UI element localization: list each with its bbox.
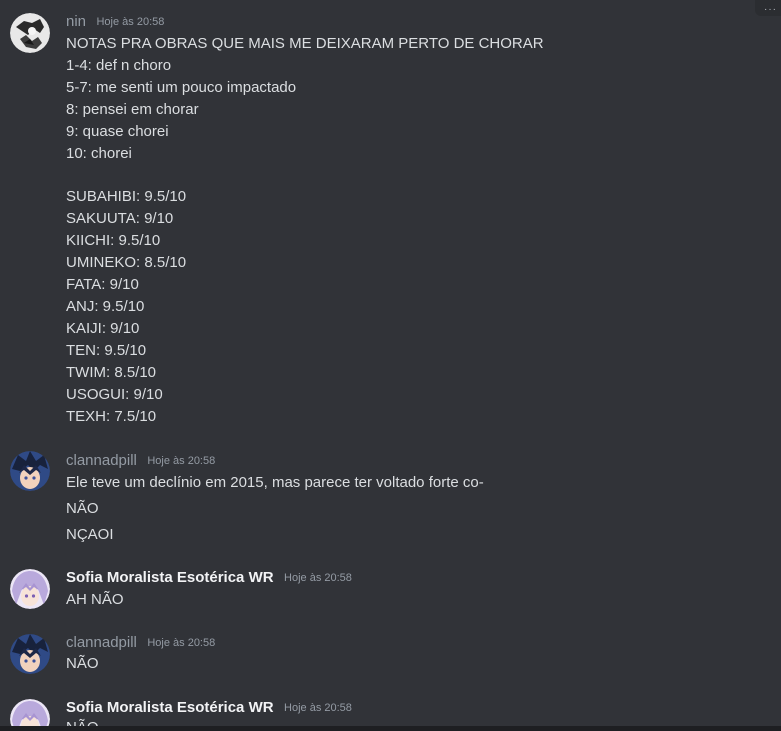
timestamp: Hoje às 20:58 [147, 455, 216, 467]
username[interactable]: Sofia Moralista Esotérica WR [66, 569, 274, 586]
more-options-icon: ··· [764, 4, 777, 15]
message-line: AH NÃO [66, 591, 124, 608]
message-line: TWIM: 8.5/10 [66, 364, 157, 381]
timestamp: Hoje às 20:58 [96, 16, 165, 28]
message-line: 5-7: me senti um pouco impactado [66, 79, 297, 96]
message-line: 10: chorei [66, 145, 132, 162]
message-line: Ele teve um declínio em 2015, mas parece… [66, 474, 484, 491]
username[interactable]: Sofia Moralista Esotérica WR [66, 699, 274, 716]
username[interactable]: clannadpill [66, 452, 137, 469]
username[interactable]: clannadpill [66, 634, 137, 651]
avatar-clannadpill[interactable] [10, 634, 50, 674]
message-line: SUBAHIBI: 9.5/10 [66, 188, 187, 205]
timestamp: Hoje às 20:58 [284, 572, 352, 584]
message-line: KIICHI: 9.5/10 [66, 232, 161, 249]
more-options-icon[interactable]: ··· [755, 0, 781, 16]
message-header: clannadpill Hoje às 20:58 [66, 633, 215, 653]
avatar-nin[interactable] [10, 13, 50, 53]
message-line: TEXH: 7.5/10 [66, 408, 157, 425]
message-line: 8: pensei em chorar [66, 101, 199, 118]
chat-messages: nin Hoje às 20:58 NOTAS PRA OBRAS QUE MA… [0, 0, 781, 731]
avatar-clannadpill[interactable] [10, 451, 50, 491]
message-line: NÃO [66, 500, 99, 517]
message-line: 1-4: def n choro [66, 57, 172, 74]
message-line: UMINEKO: 8.5/10 [66, 254, 187, 271]
message-line: NÇAOI [66, 526, 114, 543]
message-header: clannadpill Hoje às 20:58 [66, 451, 215, 471]
timestamp: Hoje às 20:58 [284, 702, 352, 714]
message-line: 9: quase chorei [66, 123, 169, 140]
message-line: KAIJI: 9/10 [66, 320, 140, 337]
username[interactable]: nin [66, 13, 86, 30]
message-line: TEN: 9.5/10 [66, 342, 147, 359]
message-line: ANJ: 9.5/10 [66, 298, 145, 315]
message-header: Sofia Moralista Esotérica WR Hoje às 20:… [66, 568, 352, 588]
message-line: SAKUUTA: 9/10 [66, 210, 174, 227]
composer-edge [0, 726, 781, 731]
message-line: NOTAS PRA OBRAS QUE MAIS ME DEIXARAM PER… [66, 35, 544, 52]
message-line: NÃO [66, 655, 99, 672]
message-line: FATA: 9/10 [66, 276, 139, 293]
timestamp: Hoje às 20:58 [147, 637, 216, 649]
message-line: USOGUI: 9/10 [66, 386, 163, 403]
message-header: Sofia Moralista Esotérica WR Hoje às 20:… [66, 698, 352, 718]
avatar-sofia[interactable] [10, 569, 50, 609]
message-header: nin Hoje às 20:58 [66, 12, 164, 32]
